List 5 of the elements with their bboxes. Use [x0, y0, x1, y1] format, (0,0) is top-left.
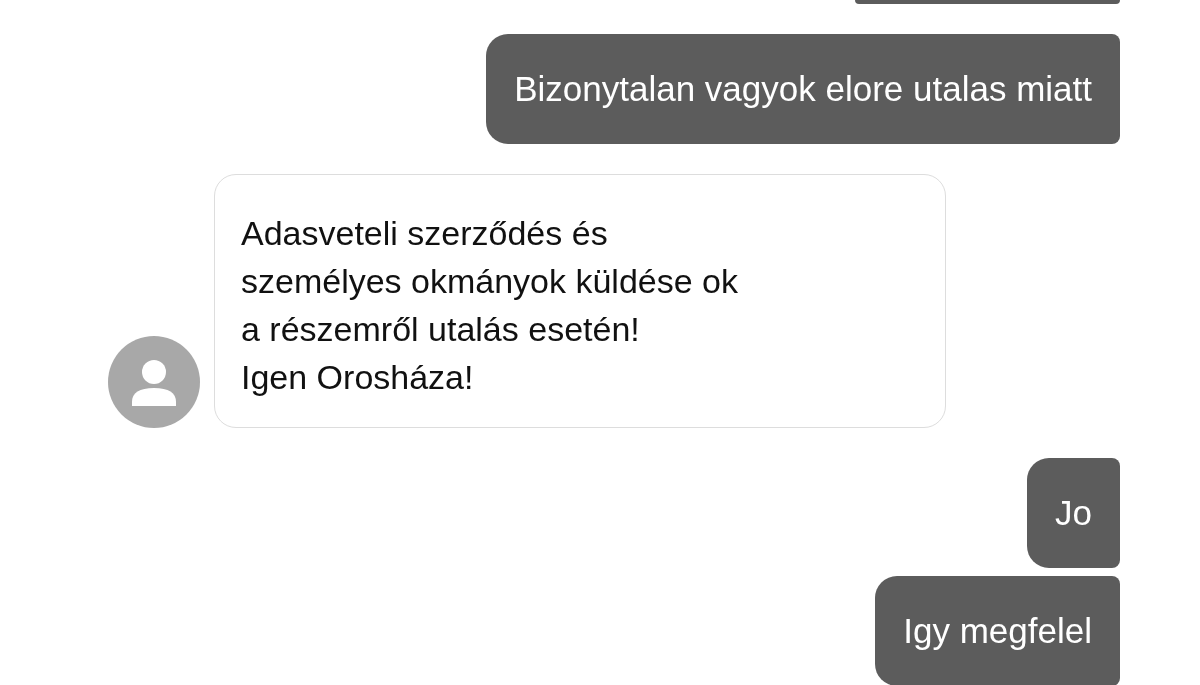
sent-message: Bizonytalan vagyok elore utalas miatt: [486, 34, 1120, 144]
received-message: Adasveteli szerződés és személyes okmányok küldése ok a részemről utalás esetén! Igen Orosháza!: [214, 174, 946, 428]
sent-message: Igy megfelel: [875, 576, 1120, 685]
avatar-icon: [108, 336, 200, 428]
sent-message: Jo: [1027, 458, 1120, 568]
